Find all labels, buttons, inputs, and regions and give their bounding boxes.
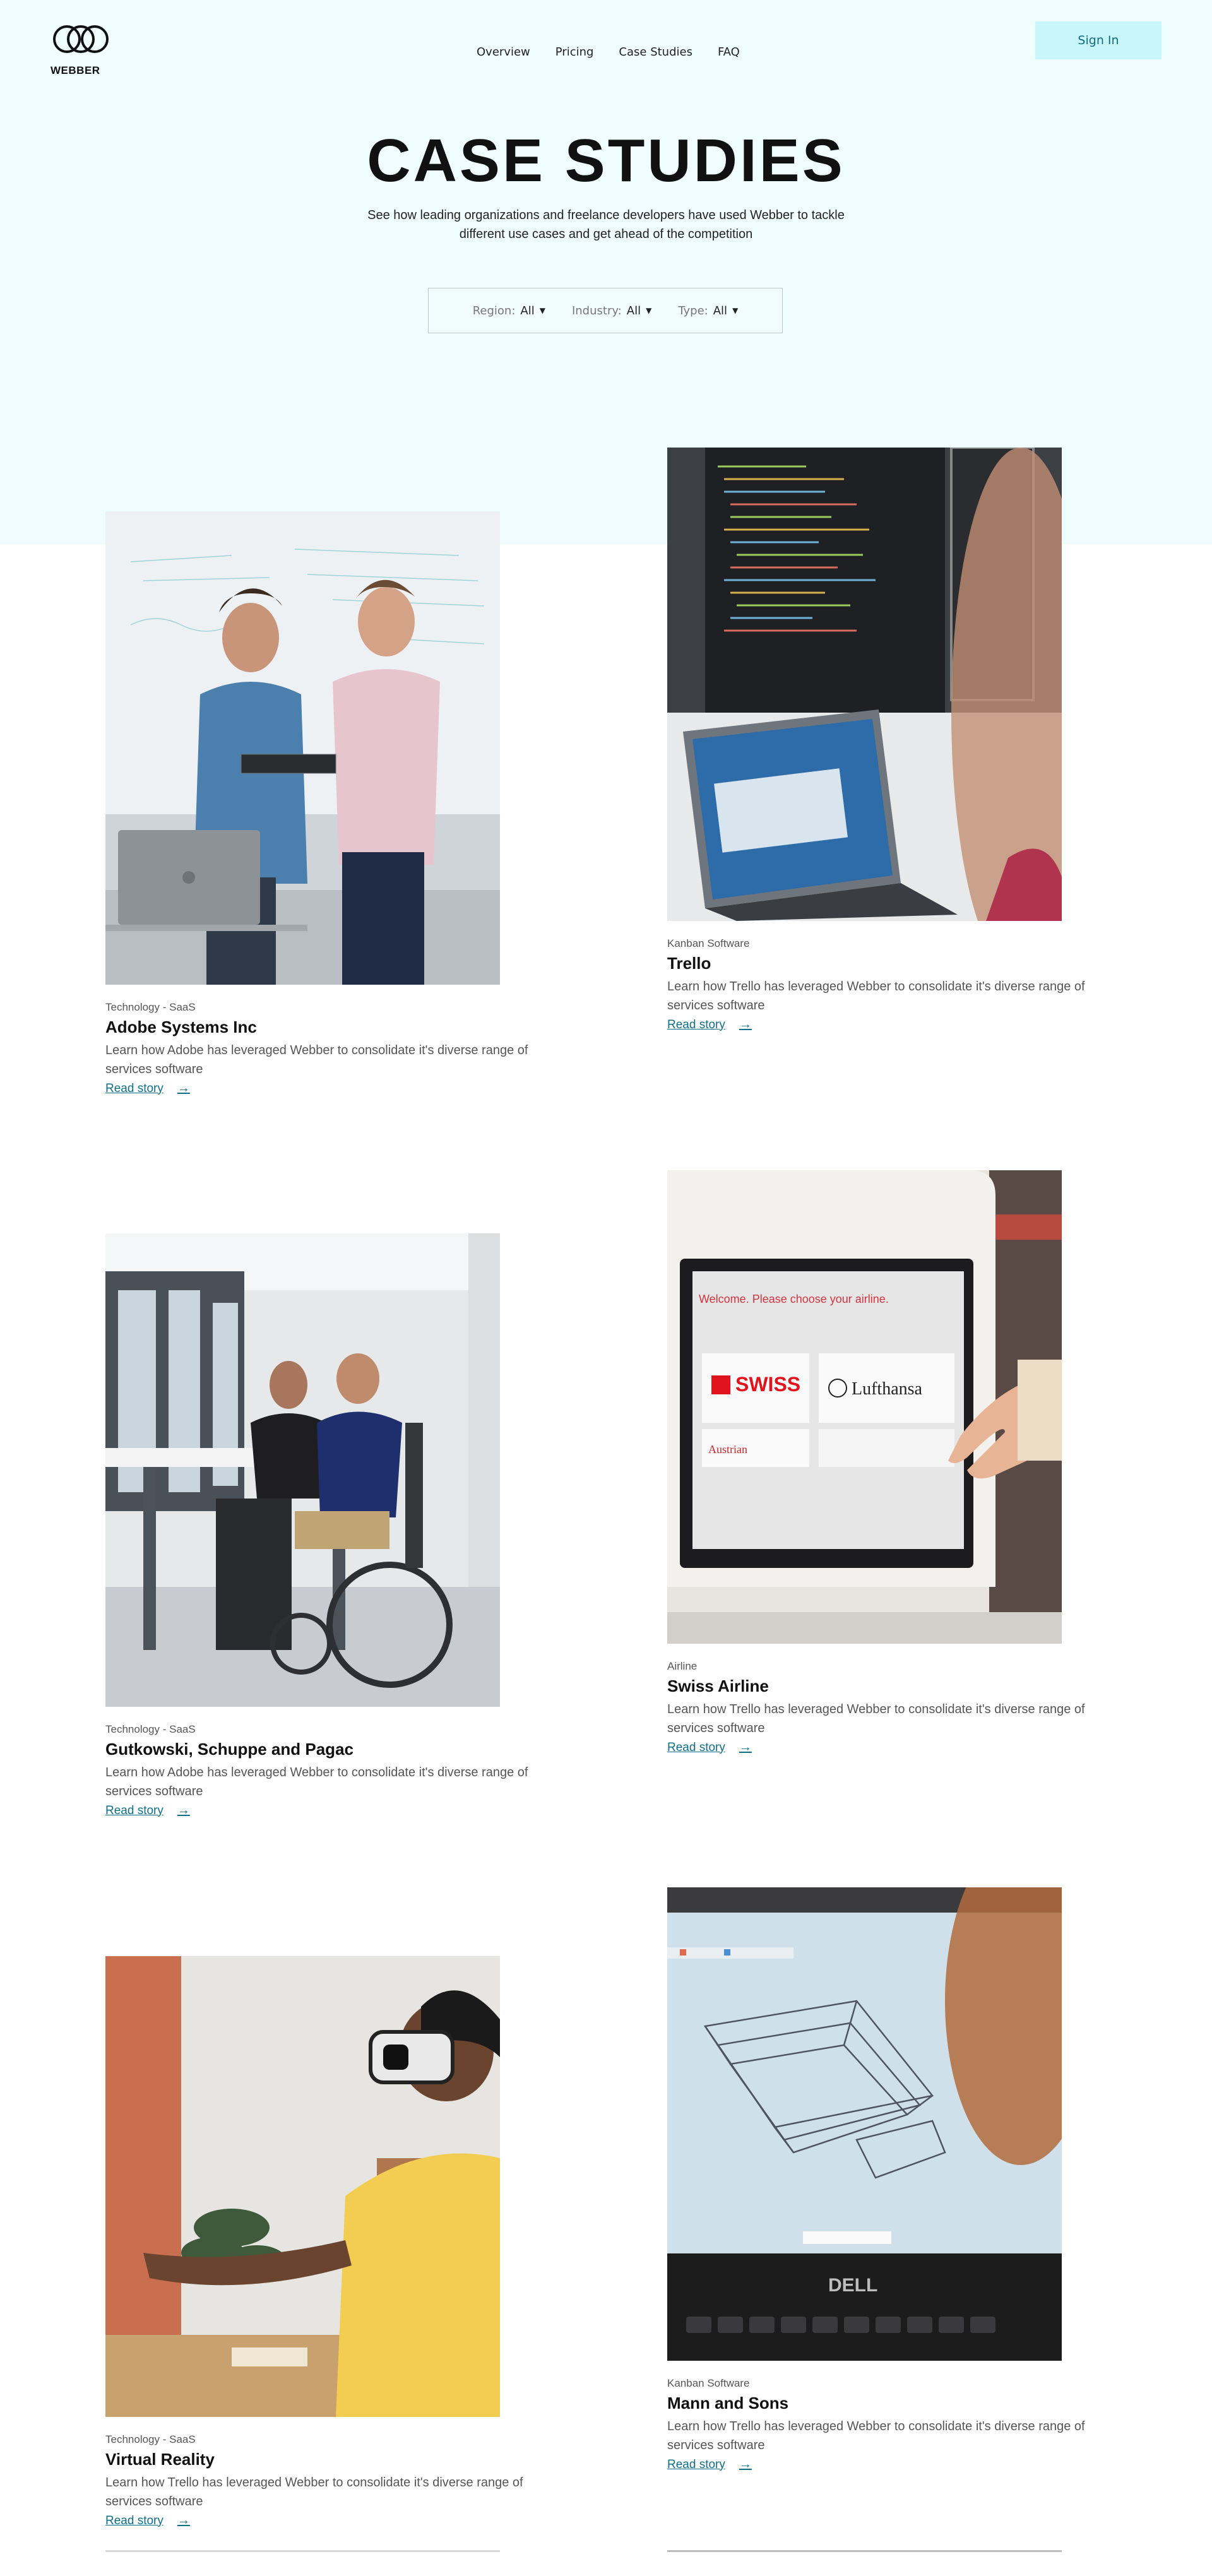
arrow-right-icon: →: [177, 2514, 190, 2527]
arrow-right-icon: →: [739, 2457, 752, 2471]
nav-pricing[interactable]: Pricing: [556, 45, 594, 59]
card-title: Adobe Systems Inc: [105, 1018, 257, 1036]
filter-bar: Region: All ▼ Industry: All ▼ Type: All …: [428, 288, 783, 333]
read-story-link[interactable]: Read story →: [667, 2457, 752, 2472]
card-description: Learn how Adobe has leveraged Webber to …: [105, 1043, 528, 1076]
case-study-card[interactable]: Welcome. Please choose your airline. SWI…: [667, 1170, 1122, 1755]
filter-value: All: [626, 304, 641, 318]
card-category: Technology - SaaS: [105, 1723, 196, 1735]
card-description: Learn how Trello has leveraged Webber to…: [105, 2476, 523, 2508]
card-description: Learn how Adobe has leveraged Webber to …: [105, 1766, 528, 1798]
kiosk-swiss-text: SWISS: [735, 1373, 800, 1396]
read-story-link[interactable]: Read story →: [667, 1740, 752, 1755]
chevron-down-icon: ▼: [539, 306, 545, 315]
chevron-down-icon: ▼: [646, 306, 652, 315]
card-image[interactable]: Welcome. Please choose your airline. SWI…: [667, 1170, 1062, 1644]
type-filter[interactable]: Type: All ▼: [678, 304, 738, 318]
card-image[interactable]: [105, 1233, 500, 1707]
arrow-right-icon: →: [739, 1018, 752, 1031]
read-story-label: Read story: [667, 2457, 725, 2471]
arrow-right-icon: →: [739, 1740, 752, 1754]
card-title: Swiss Airline: [667, 1677, 769, 1695]
brand-logo[interactable]: WEBBER: [50, 20, 114, 76]
card-image[interactable]: [105, 511, 500, 985]
brand-name: WEBBER: [50, 64, 100, 76]
card-image[interactable]: [105, 1956, 500, 2417]
read-story-link[interactable]: Read story →: [105, 2514, 190, 2528]
read-story-link[interactable]: Read story →: [105, 1803, 190, 1818]
case-study-card[interactable]: Kanban Software Trello Learn how Trello …: [667, 448, 1122, 1032]
card-title: Mann and Sons: [667, 2394, 789, 2413]
next-card-edge: [105, 2550, 500, 2552]
read-story-label: Read story: [667, 1740, 725, 1754]
card-description: Learn how Trello has leveraged Webber to…: [667, 2419, 1085, 2452]
card-category: Technology - SaaS: [105, 2433, 196, 2445]
case-study-card[interactable]: Technology - SaaS Adobe Systems Inc Lear…: [105, 511, 560, 1096]
card-category: Kanban Software: [667, 2377, 750, 2389]
filter-value: All: [713, 304, 728, 318]
read-story-label: Read story: [105, 1803, 163, 1817]
nav-case-studies[interactable]: Case Studies: [619, 45, 692, 59]
filter-label: Type:: [678, 304, 708, 318]
kiosk-austrian-text: Austrian: [708, 1443, 747, 1456]
next-card-edge: [667, 2550, 1062, 2552]
card-image[interactable]: DELL: [667, 1887, 1062, 2361]
case-study-card[interactable]: Technology - SaaS Gutkowski, Schuppe and…: [105, 1233, 560, 1818]
read-story-label: Read story: [105, 1081, 163, 1095]
card-description: Learn how Trello has leveraged Webber to…: [667, 980, 1085, 1012]
nav-overview[interactable]: Overview: [477, 45, 530, 59]
card-image[interactable]: [667, 448, 1062, 921]
read-story-label: Read story: [105, 2514, 163, 2527]
industry-filter[interactable]: Industry: All ▼: [572, 304, 651, 318]
filter-value: All: [520, 304, 535, 318]
read-story-label: Read story: [667, 1018, 725, 1031]
filter-label: Industry:: [571, 304, 622, 318]
case-study-card[interactable]: DELL Kanban Software Mann and Sons Learn…: [667, 1887, 1122, 2472]
main-nav: Overview Pricing Case Studies FAQ: [477, 45, 740, 59]
card-category: Kanban Software: [667, 937, 750, 949]
sign-in-button[interactable]: Sign In: [1035, 21, 1162, 59]
card-title: Gutkowski, Schuppe and Pagac: [105, 1740, 354, 1759]
page-title: CASE STUDIES: [367, 127, 845, 194]
read-story-link[interactable]: Read story →: [105, 1081, 190, 1096]
read-story-link[interactable]: Read story →: [667, 1018, 752, 1032]
kiosk-welcome-text: Welcome. Please choose your airline.: [699, 1293, 889, 1305]
card-title: Virtual Reality: [105, 2450, 215, 2469]
laptop-brand-text: DELL: [828, 2275, 877, 2296]
chevron-down-icon: ▼: [732, 306, 739, 315]
page-subtitle: See how leading organizations and freela…: [367, 208, 845, 241]
arrow-right-icon: →: [177, 1803, 190, 1817]
interlocking-rings-icon: [53, 25, 109, 53]
case-study-card[interactable]: Technology - SaaS Virtual Reality Learn …: [105, 1956, 560, 2528]
card-category: Technology - SaaS: [105, 1001, 196, 1013]
card-category: Airline: [667, 1660, 698, 1672]
kiosk-lufthansa-text: Lufthansa: [852, 1379, 923, 1399]
card-description: Learn how Trello has leveraged Webber to…: [667, 1702, 1085, 1735]
card-title: Trello: [667, 954, 711, 973]
arrow-right-icon: →: [177, 1081, 190, 1095]
filter-label: Region:: [472, 304, 516, 318]
nav-faq[interactable]: FAQ: [718, 45, 740, 59]
region-filter[interactable]: Region: All ▼: [473, 304, 545, 318]
